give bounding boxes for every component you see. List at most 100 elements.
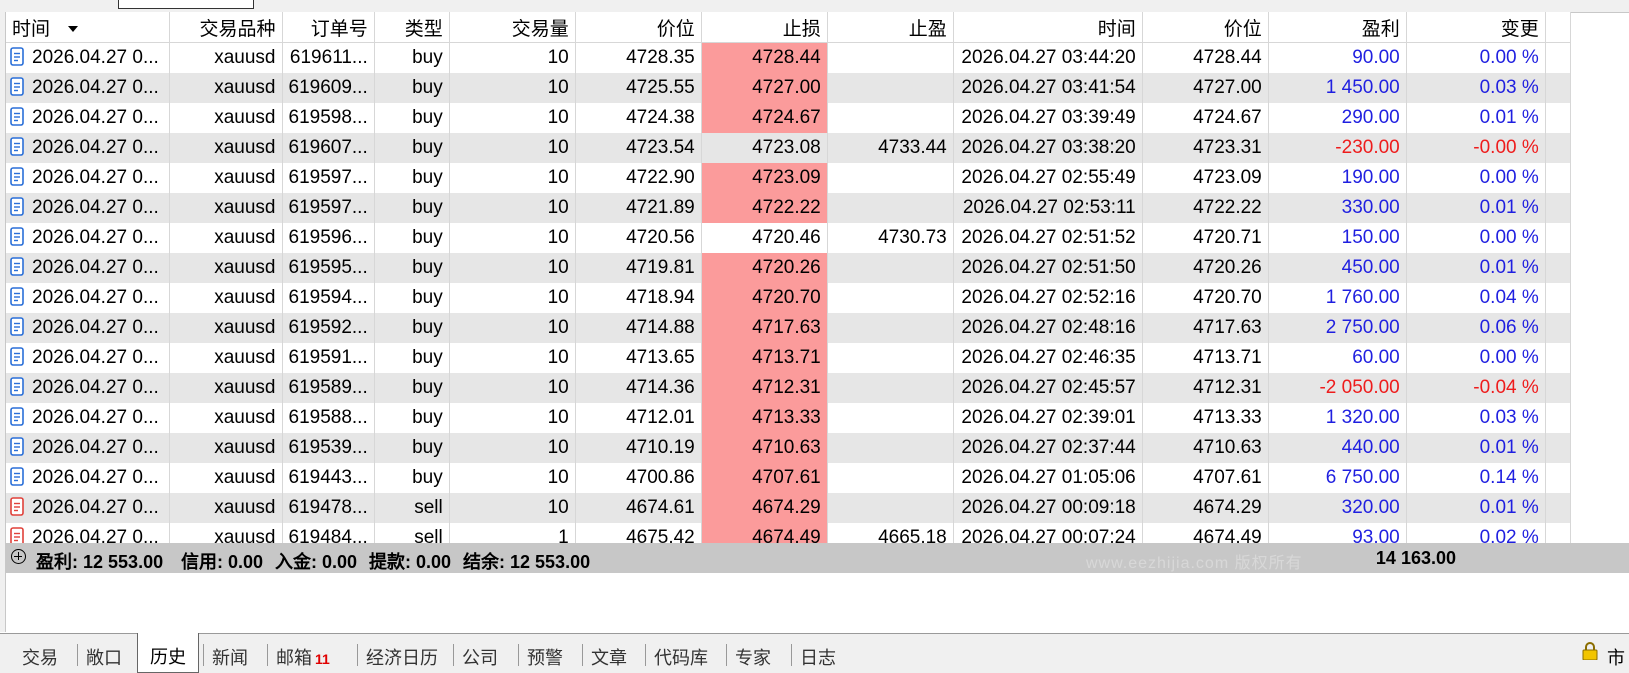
cell-change: 0.03 % [1406,73,1546,103]
table-row[interactable]: 2026.04.27 0... xauusd 619597... buy 10 4721.… [6,193,1571,223]
table-row[interactable]: 2026.04.27 0... xauusd 619607... buy 10 4723.… [6,133,1571,163]
table-row[interactable]: 2026.04.27 0... xauusd 619591... buy 10 4713.… [6,343,1571,373]
tab-4[interactable]: 邮箱 11 [276,644,330,670]
table-row[interactable]: 2026.04.27 0... xauusd 619596... buy 10 4720.… [6,223,1571,253]
summary-balance-value: 12 553.00 [510,552,591,572]
open-time-text: 2026.04.27 0... [32,407,159,428]
buy-doc-icon [10,47,24,66]
table-row[interactable]: 2026.04.27 0... xauusd 619592... buy 10 4714.… [6,313,1571,343]
cell-sl: 4717.63 [701,313,828,343]
cell-close-time: 2026.04.27 02:51:52 [953,223,1143,253]
cell-extra [1545,283,1571,313]
tab-label: 邮箱 [276,648,312,668]
cell-open-time: 2026.04.27 0... [6,253,170,283]
table-row[interactable]: 2026.04.27 0... xauusd 619611... buy 10 4728.… [6,42,1571,73]
expand-plus-icon[interactable] [11,549,26,564]
cell-extra [1545,73,1571,103]
cell-close-time: 2026.04.27 03:38:20 [953,133,1143,163]
cell-open-time: 2026.04.27 0... [6,163,170,193]
col-header-symbol[interactable]: 交易品种 [169,12,283,43]
col-header-close-price[interactable]: 价位 [1142,12,1269,43]
table-row[interactable]: 2026.04.27 0... xauusd 619539... buy 10 4710.… [6,433,1571,463]
cell-open-time: 2026.04.27 0... [6,223,170,253]
summary-withdrawal: 提款: 0.00 [369,548,451,574]
tab-separator [726,644,727,666]
tab-9[interactable]: 代码库 [654,644,708,670]
cell-close-price: 4720.71 [1142,223,1269,253]
cell-type: buy [374,433,450,463]
col-header-close-time[interactable]: 时间 [953,12,1143,43]
cell-profit: 190.00 [1268,163,1407,193]
top-tab-box[interactable] [118,0,254,9]
table-row[interactable]: 2026.04.27 0... xauusd 619588... buy 10 4712.… [6,403,1571,433]
cell-volume: 10 [449,193,576,223]
open-time-text: 2026.04.27 0... [32,227,159,248]
open-time-text: 2026.04.27 0... [32,377,159,398]
cell-change: 0.00 % [1406,42,1546,73]
cell-open-price: 4713.65 [575,343,702,373]
tab-3[interactable]: 新闻 [212,644,248,670]
tab-10[interactable]: 专家 [735,644,771,670]
cell-volume: 10 [449,42,576,73]
cell-profit: 60.00 [1268,343,1407,373]
cell-close-time: 2026.04.27 00:09:18 [953,493,1143,523]
col-header-ticket[interactable]: 订单号 [282,12,375,43]
col-header-open-time[interactable]: 时间 [6,12,170,43]
cell-close-time: 2026.04.27 01:05:06 [953,463,1143,493]
cell-tp [827,42,954,73]
cell-type: buy [374,343,450,373]
col-header-open-price[interactable]: 价位 [575,12,702,43]
tab-1[interactable]: 敞口 [86,644,122,670]
cell-tp [827,283,954,313]
cell-change: 0.00 % [1406,163,1546,193]
cell-open-price: 4720.56 [575,223,702,253]
col-header-profit[interactable]: 盈利 [1268,12,1407,43]
cell-close-time: 2026.04.27 02:53:11 [953,193,1143,223]
tab-8[interactable]: 文章 [591,644,627,670]
col-header-change[interactable]: 变更 [1406,12,1546,43]
cell-profit: 150.00 [1268,223,1407,253]
table-row[interactable]: 2026.04.27 0... xauusd 619595... buy 10 4719.… [6,253,1571,283]
col-header-volume[interactable]: 交易量 [449,12,576,43]
table-row[interactable]: 2026.04.27 0... xauusd 619597... buy 10 4722.… [6,163,1571,193]
cell-close-price: 4723.31 [1142,133,1269,163]
cell-open-price: 4714.88 [575,313,702,343]
col-header-extra[interactable] [1545,12,1571,43]
table-row[interactable]: 2026.04.27 0... xauusd 619443... buy 10 4700.… [6,463,1571,493]
table-row[interactable]: 2026.04.27 0... xauusd 619478... sell 10 4674… [6,493,1571,523]
summary-bar: 盈利: 12 553.00 信用: 0.00 入金: 0.00 提款: 0.00… [6,543,1629,573]
tab-label: 交易 [22,648,58,668]
tab-6[interactable]: 公司 [462,644,498,670]
tab-label: 新闻 [212,648,248,668]
unread-badge: 11 [315,651,330,667]
table-row[interactable]: 2026.04.27 0... xauusd 619589... buy 10 4714.… [6,373,1571,403]
cell-tp [827,103,954,133]
open-time-text: 2026.04.27 0... [32,287,159,308]
tab-separator [203,644,204,666]
summary-withdrawal-label: 提款: [369,552,411,572]
col-header-tp[interactable]: 止盈 [827,12,954,43]
col-header-type[interactable]: 类型 [374,12,450,43]
table-row[interactable]: 2026.04.27 0... xauusd 619598... buy 10 4724.… [6,103,1571,133]
tab-0[interactable]: 交易 [22,644,58,670]
cell-close-time: 2026.04.27 02:51:50 [953,253,1143,283]
cell-symbol: xauusd [169,73,283,103]
cell-type: buy [374,163,450,193]
tab-2[interactable]: 历史 [137,633,199,673]
table-row[interactable]: 2026.04.27 0... xauusd 619609... buy 10 4725.… [6,73,1571,103]
tab-7[interactable]: 预警 [527,644,563,670]
cell-change: 0.00 % [1406,343,1546,373]
cell-open-time: 2026.04.27 0... [6,42,170,73]
sort-desc-icon[interactable] [68,25,79,32]
cell-close-price: 4723.09 [1142,163,1269,193]
tab-11[interactable]: 日志 [800,644,836,670]
table-row[interactable]: 2026.04.27 0... xauusd 619594... buy 10 4718.… [6,283,1571,313]
tab-5[interactable]: 经济日历 [366,644,438,670]
cell-ticket: 619594... [282,283,375,313]
col-header-label: 时间 [12,18,51,40]
buy-doc-icon [10,317,24,336]
cell-open-time: 2026.04.27 0... [6,493,170,523]
cell-change: 0.01 % [1406,193,1546,223]
col-header-sl[interactable]: 止损 [701,12,828,43]
cell-profit: 320.00 [1268,493,1407,523]
